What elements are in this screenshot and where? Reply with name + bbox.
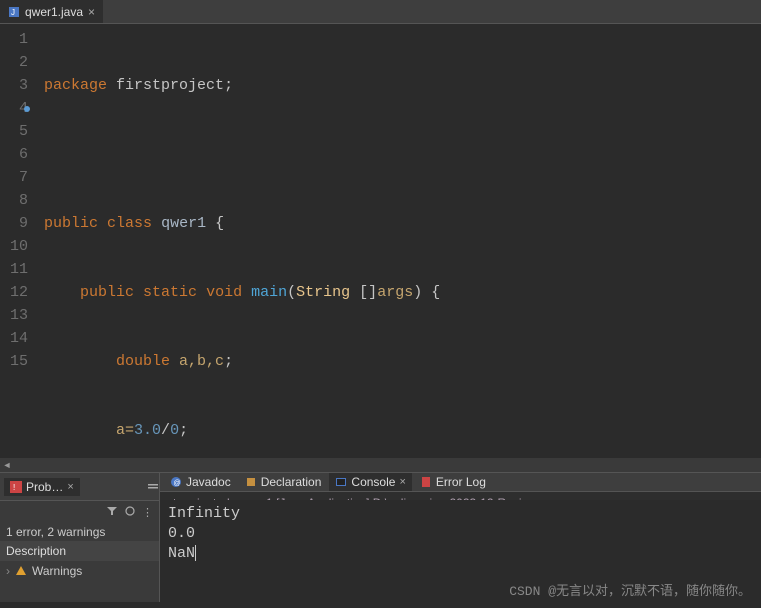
tab-declaration[interactable]: Declaration xyxy=(239,473,328,491)
tab-problems[interactable]: ! Prob… × xyxy=(4,478,80,496)
tab-console[interactable]: Console × xyxy=(329,473,411,491)
horizontal-scrollbar[interactable]: ◄ xyxy=(0,458,761,472)
editor-tab-bar: J qwer1.java × xyxy=(0,0,761,24)
problems-summary: 1 error, 2 warnings xyxy=(0,523,159,541)
close-icon[interactable]: × xyxy=(67,481,73,493)
tab-filename: qwer1.java xyxy=(25,5,83,19)
focus-icon[interactable] xyxy=(124,505,136,520)
scroll-left-icon[interactable]: ◄ xyxy=(0,458,14,472)
close-icon[interactable]: × xyxy=(88,5,95,19)
main-marker-icon xyxy=(24,106,30,112)
svg-text:@: @ xyxy=(174,480,181,487)
line-gutter: 1 2 3 4 5 6 7 8 9 10 11 12 13 14 15 xyxy=(0,24,36,458)
declaration-icon xyxy=(245,476,257,488)
bottom-panel: ! Prob… × ⋮ 1 error, 2 warnings Descript… xyxy=(0,472,761,602)
javadoc-icon: @ xyxy=(170,476,182,488)
tab-errorlog[interactable]: Error Log xyxy=(414,473,492,491)
warnings-row[interactable]: › Warnings xyxy=(0,561,159,581)
editor-tab[interactable]: J qwer1.java × xyxy=(0,0,103,23)
filter-icon[interactable] xyxy=(106,505,118,520)
errorlog-icon xyxy=(420,476,432,488)
watermark: CSDN @无言以对，沉默不语，随你随你。 xyxy=(509,582,751,602)
description-header: Description xyxy=(0,541,159,561)
close-icon[interactable]: × xyxy=(399,476,405,488)
console-status: <terminated> qwer1 [Java Application] D:… xyxy=(160,492,761,500)
code-content[interactable]: package firstproject; public class qwer1… xyxy=(36,24,440,458)
java-file-icon: J xyxy=(8,6,20,18)
console-icon xyxy=(335,476,347,488)
svg-text:J: J xyxy=(11,8,15,17)
more-icon[interactable] xyxy=(147,481,159,493)
console-output[interactable]: Infinity 0.0 NaN CSDN @无言以对，沉默不语，随你随你。 xyxy=(160,500,761,608)
menu-icon[interactable]: ⋮ xyxy=(142,506,153,519)
problems-icon: ! xyxy=(10,481,22,493)
tab-javadoc[interactable]: @ Javadoc xyxy=(164,473,237,491)
svg-text:!: ! xyxy=(13,483,15,492)
warning-icon xyxy=(15,565,27,577)
problems-panel: ! Prob… × ⋮ 1 error, 2 warnings Descript… xyxy=(0,473,160,602)
caret-icon xyxy=(195,545,196,561)
right-panel: @ Javadoc Declaration Console × Error Lo… xyxy=(160,473,761,602)
editor-area[interactable]: 1 2 3 4 5 6 7 8 9 10 11 12 13 14 15 pack… xyxy=(0,24,761,458)
